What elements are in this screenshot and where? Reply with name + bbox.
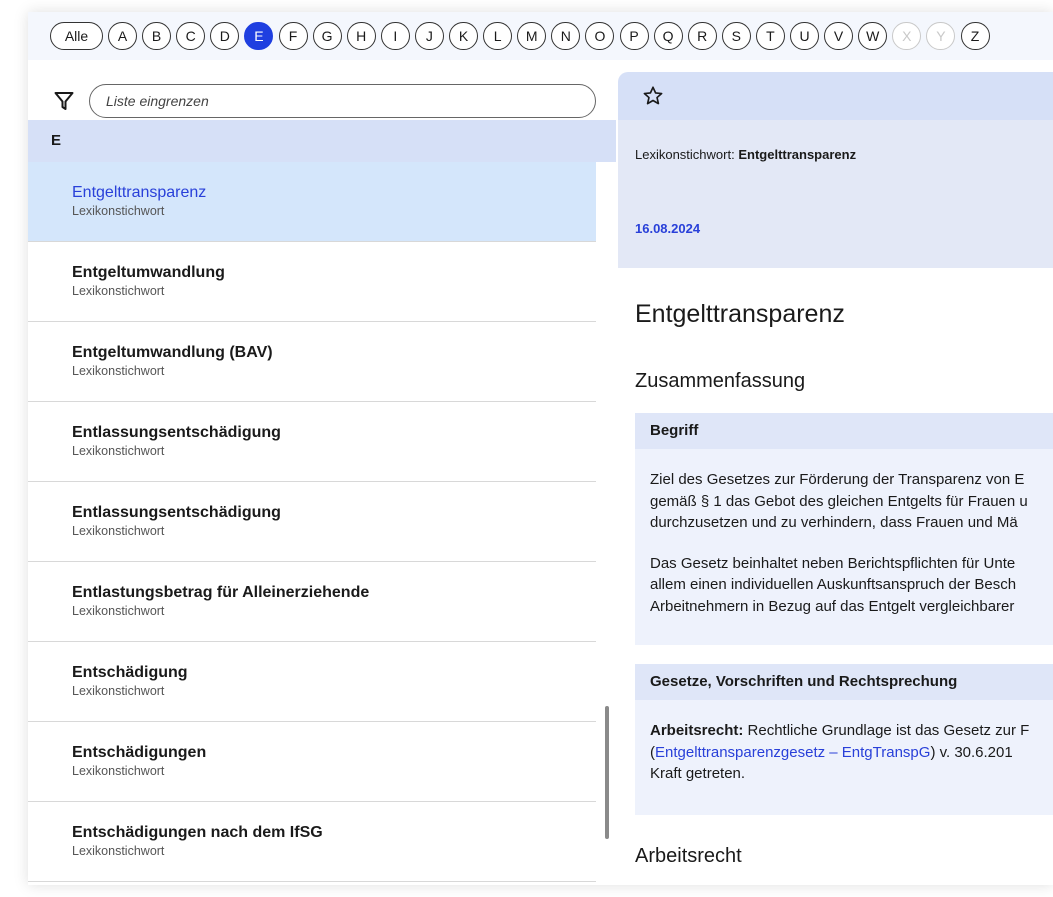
letter-filter-x: X (892, 22, 922, 50)
detail-panel: Lexikonstichwort: Entgelttransparenz 16.… (618, 72, 1053, 885)
laws-box: Gesetze, Vorschriften und Rechtsprechung… (635, 664, 1053, 815)
letter-filter-f[interactable]: F (278, 22, 308, 50)
text-line: Arbeitnehmern in Bezug auf das Entgelt v… (650, 597, 1015, 615)
definition-body: Ziel des Gesetzes zur Förderung der Tran… (635, 449, 1053, 617)
letter-filter-k[interactable]: K (449, 22, 478, 50)
list-scrollbar[interactable] (596, 162, 616, 885)
text-line: Kraft getreten. (650, 765, 746, 782)
text-line: Rechtliche Grundlage ist das Gesetz zur … (743, 722, 1030, 739)
letter-filter-d[interactable]: D (210, 22, 240, 50)
text-line: Das Gesetz beinhaltet neben Berichtspfli… (650, 554, 1016, 572)
list-item-title: Entgeltumwandlung (BAV) (72, 344, 273, 361)
letter-filter-v[interactable]: V (824, 22, 854, 50)
list-item-title: Entschädigungen (72, 744, 207, 761)
list-item-title: Entgelttransparenz (72, 184, 207, 201)
list-item-type: Lexikonstichwort (72, 764, 165, 778)
text-line: gemäß § 1 das Gebot des gleichen Entgelt… (650, 492, 1028, 510)
laws-label: Arbeitsrecht: (650, 722, 744, 739)
letter-filter-z[interactable]: Z (960, 22, 990, 50)
text-line: allem einen individuellen Auskunftsanspr… (650, 576, 1017, 593)
letter-filter-w[interactable]: W (858, 22, 888, 50)
star-icon[interactable] (642, 85, 664, 107)
list-item-title: Entgeltumwandlung (72, 264, 225, 281)
list-item-type: Lexikonstichwort (72, 604, 165, 618)
letter-filter-all[interactable]: Alle (50, 22, 103, 50)
letter-filter-g[interactable]: G (312, 22, 342, 50)
list-item-title: Entlassungsentschädigung (72, 424, 281, 441)
list-item-type: Lexikonstichwort (72, 524, 165, 538)
list-item-title: Entlassungsentschädigung (72, 504, 281, 521)
letter-filter-b[interactable]: B (142, 22, 172, 50)
filter-icon[interactable] (54, 91, 74, 111)
list-item[interactable]: Entgeltumwandlung (BAV) Lexikonstichwort (28, 322, 596, 402)
letter-filter-j[interactable]: J (414, 22, 444, 50)
detail-toolbar (618, 72, 1053, 120)
section-heading-arbeitsrecht: Arbeitsrecht (635, 845, 742, 867)
alphabet-bar: Alle A B C D E F G H I J K L M N O P Q R S T U V W X Y Z (28, 12, 1053, 60)
text-line: Ziel des Gesetzes zur Förderung der Tran… (650, 471, 1025, 488)
definition-paragraph-2: Das Gesetz beinhaltet neben Berichtspfli… (650, 553, 1053, 618)
definition-paragraph-1: Ziel des Gesetzes zur Förderung der Tran… (650, 469, 1053, 534)
group-letter-header: E (28, 120, 616, 162)
search-input[interactable] (89, 84, 596, 118)
entry-kind: Lexikonstichwort: Entgelttransparenz (635, 147, 856, 162)
list-item-type: Lexikonstichwort (72, 284, 165, 298)
entry-date: 16.08.2024 (635, 221, 701, 236)
list-item-title: Entschädigung (72, 664, 188, 681)
letter-filter-s[interactable]: S (721, 22, 751, 50)
text-line: ) v. 30.6.201 (930, 743, 1013, 761)
letter-filter-r[interactable]: R (687, 22, 717, 50)
letter-filter-o[interactable]: O (585, 22, 615, 50)
list-item-type: Lexikonstichwort (72, 684, 165, 698)
letter-filter-a[interactable]: A (108, 22, 137, 50)
list-item[interactable]: Entgelttransparenz Lexikonstichwort (28, 162, 596, 242)
list-item[interactable]: Entlassungsentschädigung Lexikonstichwort (28, 482, 596, 562)
letter-filter-n[interactable]: N (551, 22, 581, 50)
entry-list: Entgelttransparenz Lexikonstichwort Entgel… (28, 162, 596, 885)
letter-filter-u[interactable]: U (790, 22, 819, 50)
letter-filter-m[interactable]: M (517, 22, 547, 50)
letter-filter-q[interactable]: Q (653, 22, 683, 50)
letter-filter-e[interactable]: E (244, 22, 274, 50)
list-item[interactable]: Entgeltumwandlung Lexikonstichwort (28, 242, 596, 322)
list-item-title: Entschädigungen nach dem IfSG (72, 824, 323, 841)
summary-heading: Zusammenfassung (635, 370, 806, 392)
page-title: Entgelttransparenz (635, 300, 845, 328)
letter-filter-y: Y (926, 22, 956, 50)
letter-filter-t[interactable]: T (755, 22, 785, 50)
definition-heading: Begriff (635, 413, 1053, 449)
list-item-title: Entlastungsbetrag für Alleinerziehende (72, 584, 370, 601)
letter-filter-i[interactable]: I (380, 22, 410, 50)
laws-heading: Gesetze, Vorschriften und Rechtsprechung (635, 664, 1053, 700)
kind-value: Entgelttransparenz (738, 147, 857, 162)
list-item-type: Lexikonstichwort (72, 364, 165, 378)
app-window: AlleABCDEFGHIJKLMNOPQRSTUVWXYZ E Entgelt… (28, 12, 1053, 885)
scrollbar-thumb[interactable] (605, 706, 609, 839)
list-item-type: Lexikonstichwort (72, 844, 165, 858)
list-item[interactable]: Entschädigungen nach dem IfSG Lexikonstic… (28, 802, 596, 882)
list-item-type: Lexikonstichwort (72, 204, 165, 218)
law-link[interactable]: Entgelttransparenzgesetz – EntgTranspG (655, 744, 930, 761)
letter-filter-h[interactable]: H (346, 22, 376, 50)
kind-label: Lexikonstichwort: (635, 147, 735, 162)
list-item[interactable]: Entschädigungen Lexikonstichwort (28, 722, 596, 802)
letter-filter-p[interactable]: P (619, 22, 649, 50)
list-item[interactable]: Entschädigung Lexikonstichwort (28, 642, 596, 722)
letter-filter-c[interactable]: C (176, 22, 206, 50)
laws-body: Arbeitsrecht: Rechtliche Grundlage ist d… (635, 700, 1053, 785)
detail-meta: Lexikonstichwort: Entgelttransparenz 16.… (618, 120, 1053, 268)
text-line: durchzusetzen und zu verhindern, dass Fr… (650, 514, 1018, 531)
letter-filter-l[interactable]: L (483, 22, 513, 50)
list-item[interactable]: Entlastungsbetrag für Alleinerziehende Le… (28, 562, 596, 642)
laws-paragraph: Arbeitsrecht: Rechtliche Grundlage ist d… (650, 720, 1053, 785)
list-item-type: Lexikonstichwort (72, 444, 165, 458)
definition-box: Begriff Ziel des Gesetzes zur Förderung … (635, 413, 1053, 645)
list-item[interactable]: Entlassungsentschädigung Lexikonstichwort (28, 402, 596, 482)
